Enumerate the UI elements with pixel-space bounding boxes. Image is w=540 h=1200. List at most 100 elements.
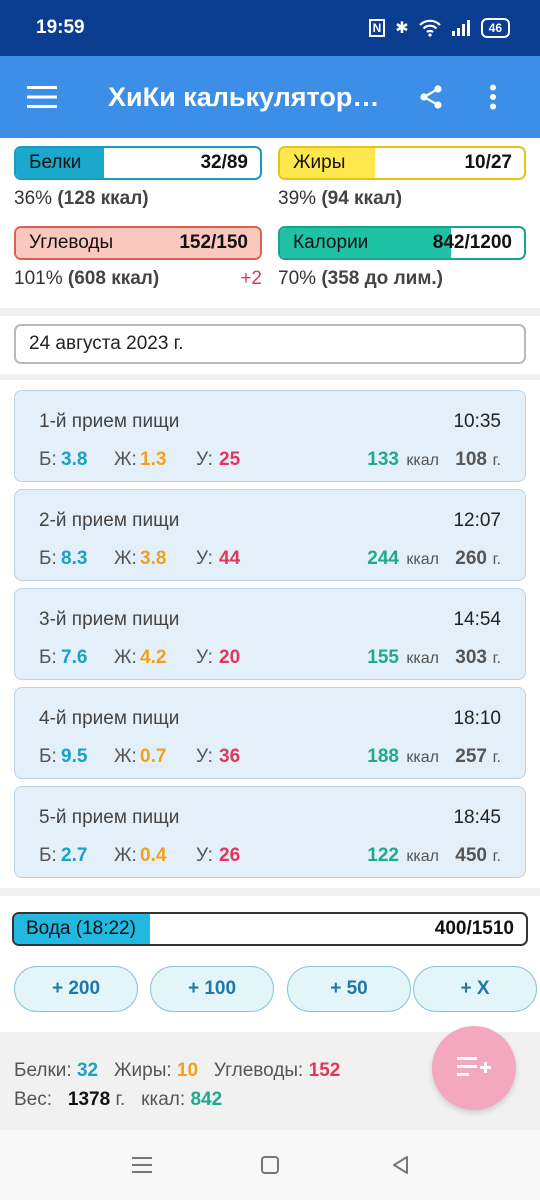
nfc-icon: N [368,19,386,37]
meal-fat-label: Ж: [114,746,137,767]
meal-protein-value: 8.3 [61,548,88,569]
meal-kcal-value: 122 [367,845,399,866]
meal-name: 5-й прием пищи [39,807,180,828]
app-title: ХиКи калькулятор… [108,81,380,112]
home-button[interactable] [255,1150,285,1180]
macros-card: Белки 32/89 36% (128 ккал) Жиры 10/27 39… [0,138,540,308]
recents-icon [132,1157,152,1173]
meal-nutrients: Б: 9.5 Ж: 0.7 У: 36 188 ккал 257 г. [39,746,501,772]
meal-name: 3-й прием пищи [39,609,180,630]
meal-kcal-unit: ккал [406,749,439,766]
meal-carbs-value: 20 [219,647,241,668]
meal-fat-label: Ж: [114,548,137,569]
playlist-add-icon [457,1057,491,1076]
meal-protein-label: Б: [39,746,57,767]
meal-protein-value: 9.5 [61,746,88,767]
meal-kcal-value: 244 [367,548,399,569]
meal-carbs-value: 25 [219,449,241,470]
meal-kcal-unit: ккал [406,452,439,469]
protein-summary: 36% (128 ккал) [14,188,149,209]
fat-progress-bar[interactable]: Жиры 10/27 [278,146,526,180]
battery-icon: 46 [480,18,510,38]
meal-carbs-value: 26 [219,845,241,866]
total-fat: 10 [176,1060,199,1081]
meal-kcal-value: 155 [367,647,399,668]
meal-card[interactable]: 2-й прием пищи 12:07 Б: 8.3 Ж: 3.8 У: 44 244 ккал… [14,489,526,581]
meal-nutrients: Б: 3.8 Ж: 1.3 У: 25 133 ккал 108 г. [39,449,501,475]
back-icon [393,1156,408,1174]
meal-weight-value: 450 [455,845,487,866]
carbs-overflow-delta: +2 [240,268,262,289]
meal-nutrients: Б: 2.7 Ж: 0.4 У: 26 122 ккал 450 г. [39,845,501,871]
water-progress-bar[interactable]: Вода (18:22) 400/1510 [12,912,528,946]
meal-fat-value: 4.2 [140,647,167,668]
add-meal-fab[interactable] [432,1026,516,1110]
add-water-200-button[interactable]: + 200 [14,966,138,1012]
app-bar: ХиКи калькулятор… [0,56,540,138]
add-water-custom-button[interactable]: + X [413,966,537,1012]
meal-kcal-unit: ккал [406,848,439,865]
date-card: 24 августа 2023 г. [0,316,540,374]
meal-kcal-value: 188 [367,746,399,767]
water-value: 400/1510 [434,918,514,939]
protein-progress-bar[interactable]: Белки 32/89 [14,146,262,180]
calories-summary: 70% (358 до лим.) [278,268,443,289]
menu-button[interactable] [0,56,84,138]
total-carbs: 152 [308,1060,341,1081]
meal-kcal-value: 133 [367,449,399,470]
meal-fat-value: 0.4 [140,845,167,866]
meal-carbs-value: 44 [219,548,241,569]
bluetooth-icon: ✱ [395,20,409,37]
meal-time: 18:45 [453,807,501,828]
totals-macros-line: Белки: 32 Жиры: 10 Углеводы: 152 [14,1060,341,1081]
back-button[interactable] [385,1150,415,1180]
fat-value: 10/27 [464,152,512,173]
carbs-value: 152/150 [179,232,248,253]
meal-fat-value: 0.7 [140,746,167,767]
add-water-50-button[interactable]: + 50 [287,966,411,1012]
meal-weight-unit: г. [492,551,501,568]
meal-protein-value: 7.6 [61,647,88,668]
fat-label: Жиры [293,152,346,173]
fat-summary: 39% (94 ккал) [278,188,403,209]
meal-fat-value: 1.3 [140,449,167,470]
meal-carbs-label: У: [196,548,213,569]
status-time: 19:59 [36,17,85,38]
hamburger-icon [27,86,57,108]
total-kcal: 842 [190,1089,223,1110]
meal-card[interactable]: 1-й прием пищи 10:35 Б: 3.8 Ж: 1.3 У: 25 133 ккал… [14,390,526,482]
protein-label: Белки [29,152,82,173]
meal-carbs-label: У: [196,746,213,767]
carbs-progress-bar[interactable]: Углеводы 152/150 [14,226,262,260]
meal-card[interactable]: 4-й прием пищи 18:10 Б: 9.5 Ж: 0.7 У: 36 188 ккал… [14,687,526,779]
meal-protein-label: Б: [39,548,57,569]
add-water-100-button[interactable]: + 100 [150,966,274,1012]
meal-protein-label: Б: [39,647,57,668]
calories-progress-bar[interactable]: Калории 842/1200 [278,226,526,260]
meal-kcal-unit: ккал [406,551,439,568]
meal-fat-label: Ж: [114,845,137,866]
carbs-summary: 101% (608 ккал) [14,268,160,289]
date-selector[interactable]: 24 августа 2023 г. [14,324,526,364]
overflow-menu-button[interactable] [462,56,524,138]
wifi-icon [418,19,441,37]
share-button[interactable] [400,56,462,138]
recent-apps-button[interactable] [127,1150,157,1180]
meal-card[interactable]: 5-й прием пищи 18:45 Б: 2.7 Ж: 0.4 У: 26 122 ккал… [14,786,526,878]
meal-weight-value: 257 [455,746,487,767]
signal-icon [451,20,470,36]
status-bar: 19:59 N ✱ 46 [0,0,540,56]
meal-weight-value: 260 [455,548,487,569]
totals-weight-line: Вес: 1378 г. ккал: 842 [14,1089,223,1110]
meal-card[interactable]: 3-й прием пищи 14:54 Б: 7.6 Ж: 4.2 У: 20 155 ккал… [14,588,526,680]
meal-nutrients: Б: 8.3 Ж: 3.8 У: 44 244 ккал 260 г. [39,548,501,574]
meal-time: 14:54 [453,609,501,630]
total-protein: 32 [76,1060,99,1081]
meal-weight-unit: г. [492,749,501,766]
meal-weight-unit: г. [492,452,501,469]
meal-weight-unit: г. [492,848,501,865]
status-icons: N ✱ 46 [368,18,510,38]
water-label: Вода (18:22) [26,918,136,939]
meal-time: 10:35 [453,411,501,432]
meal-protein-value: 3.8 [61,449,88,470]
